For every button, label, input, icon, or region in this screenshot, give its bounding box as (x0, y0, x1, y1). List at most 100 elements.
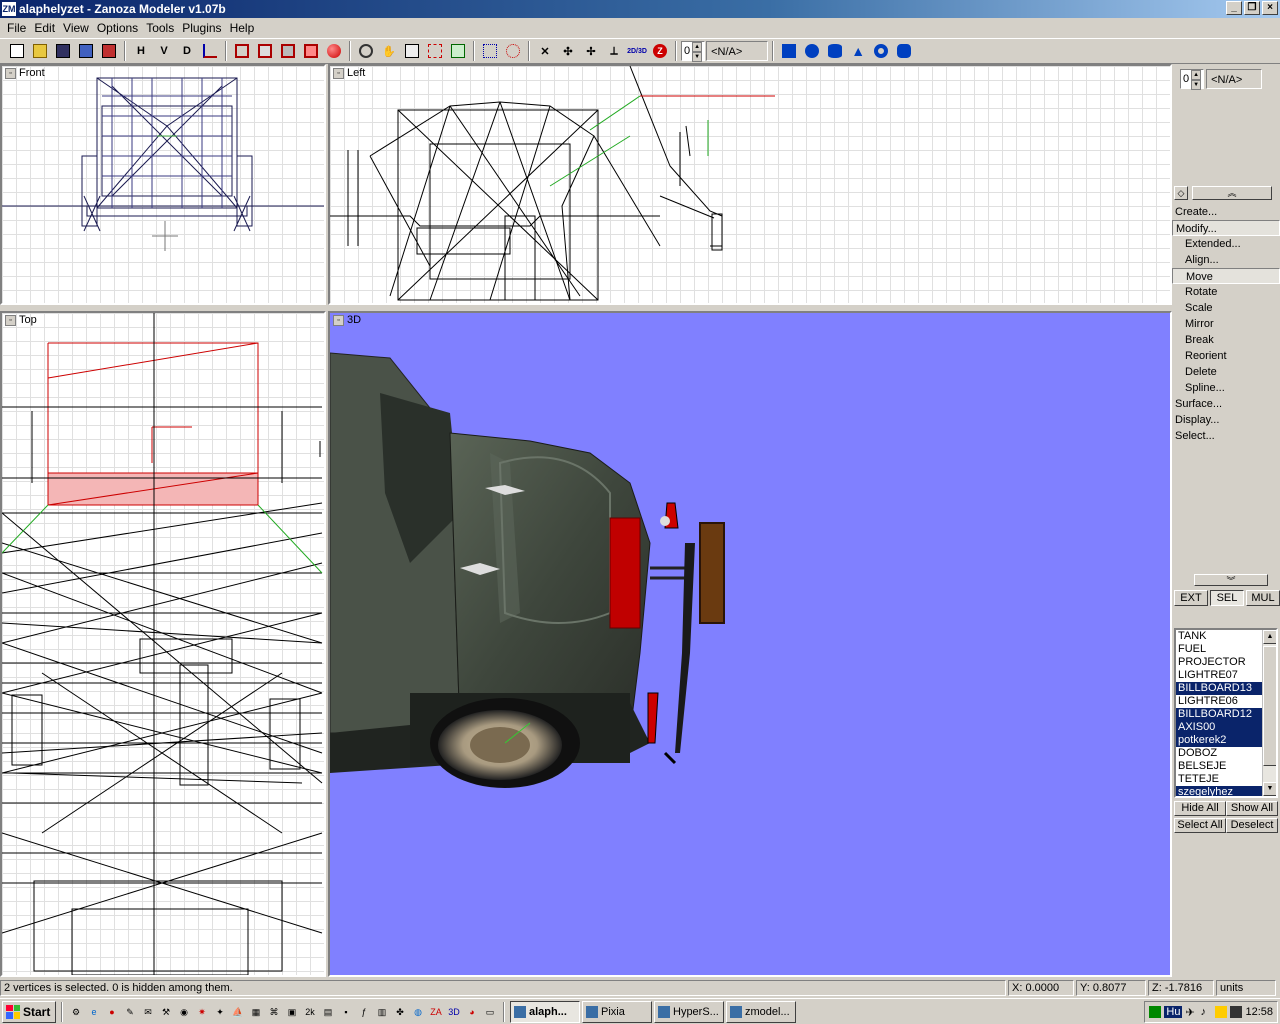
box-primitive-icon[interactable] (778, 40, 800, 62)
command-spline[interactable]: Spline... (1172, 380, 1280, 396)
scroll-thumb[interactable] (1263, 646, 1276, 766)
ql-settings-icon[interactable]: ⚙ (68, 1004, 84, 1020)
zoom-extents-icon[interactable] (401, 40, 423, 62)
save-icon[interactable] (52, 40, 74, 62)
menu-file[interactable]: File (3, 21, 30, 35)
ql-edit-icon[interactable]: ✎ (122, 1004, 138, 1020)
ql-desk-icon[interactable]: ▭ (482, 1004, 498, 1020)
zoom-region-icon[interactable] (424, 40, 446, 62)
menu-help[interactable]: Help (226, 21, 259, 35)
ql-boat-icon[interactable]: ⛵ (230, 1004, 246, 1020)
menu-options[interactable]: Options (93, 21, 142, 35)
command-select[interactable]: Select... (1172, 428, 1280, 444)
viewport-front[interactable]: ▫ Front (0, 64, 326, 305)
task-zmodel[interactable]: zmodel... (726, 1000, 796, 1023)
tray-app-icon[interactable] (1215, 1006, 1228, 1018)
transform-icon[interactable]: ⟂ (603, 40, 625, 62)
object-list-item[interactable]: BILLBOARD12 (1176, 708, 1262, 721)
horizontal-button[interactable]: H (130, 40, 152, 62)
menu-edit[interactable]: Edit (30, 21, 59, 35)
ql-3d-icon[interactable]: 3D (446, 1004, 462, 1020)
cube-flat-icon[interactable] (277, 40, 299, 62)
new-file-icon[interactable] (6, 40, 28, 62)
ql-disk-icon[interactable]: ▪ (338, 1004, 354, 1020)
special-primitive-icon[interactable] (893, 40, 915, 62)
hide-all-button[interactable]: Hide All (1174, 801, 1226, 816)
select-all-button[interactable]: Select All (1174, 818, 1226, 833)
scroll-down-icon[interactable]: ▼ (1263, 782, 1276, 796)
spin-up-icon[interactable]: ▲ (1191, 70, 1202, 80)
viewport-menu-icon[interactable]: ▫ (5, 67, 16, 79)
torus-primitive-icon[interactable] (870, 40, 892, 62)
open-folder-icon[interactable] (29, 40, 51, 62)
close-button[interactable]: × (1262, 1, 1278, 15)
depth-button[interactable]: D (176, 40, 198, 62)
panel-na-field[interactable]: <N/A> (1206, 69, 1263, 89)
ql-cd-icon[interactable]: ◉ (176, 1004, 192, 1020)
sphere-render-icon[interactable] (323, 40, 345, 62)
2d-3d-toggle[interactable]: 2D/3D (626, 40, 648, 62)
object-list-scrollbar[interactable]: ▲ ▼ (1262, 630, 1276, 796)
viewport-left[interactable]: ▫ Left (328, 64, 1172, 305)
ql-mail-icon[interactable]: ✉ (140, 1004, 156, 1020)
tray-disk-icon[interactable] (1230, 1006, 1243, 1018)
object-list-item[interactable]: LIGHTRE06 (1176, 695, 1262, 708)
show-all-button[interactable]: Show All (1226, 801, 1278, 816)
ql-2k-icon[interactable]: 2k (302, 1004, 318, 1020)
move-axes-icon[interactable]: ✕ (534, 40, 556, 62)
spin-down-icon[interactable]: ▼ (692, 52, 703, 62)
task-pixia[interactable]: Pixia (582, 1000, 652, 1023)
z-button[interactable]: Z (649, 40, 671, 62)
command-move[interactable]: Move (1172, 268, 1280, 284)
object-list-item[interactable]: AXIS00 (1176, 721, 1262, 734)
export-icon[interactable] (98, 40, 120, 62)
command-rotate[interactable]: Rotate (1172, 284, 1280, 300)
command-modify[interactable]: Modify... (1172, 220, 1280, 236)
scale-axes-icon[interactable]: ✢ (580, 40, 602, 62)
axis-icon[interactable] (199, 40, 221, 62)
restore-button[interactable]: ❐ (1244, 1, 1260, 15)
object-list-item[interactable]: FUEL (1176, 643, 1262, 656)
ql-notes-icon[interactable]: ▤ (320, 1004, 336, 1020)
ql-app-icon[interactable]: ● (104, 1004, 120, 1020)
cone-primitive-icon[interactable]: ▲ (847, 40, 869, 62)
ql-grid-icon[interactable]: ▦ (248, 1004, 264, 1020)
command-display[interactable]: Display... (1172, 412, 1280, 428)
ql-globe-icon[interactable]: ◍ (410, 1004, 426, 1020)
vertical-button[interactable]: V (153, 40, 175, 62)
zoom-icon[interactable] (355, 40, 377, 62)
object-list-item[interactable]: TETEJE (1176, 773, 1262, 786)
menu-view[interactable]: View (59, 21, 93, 35)
ql-pc-icon[interactable]: ▣ (284, 1004, 300, 1020)
command-mirror[interactable]: Mirror (1172, 316, 1280, 332)
ql-film-icon[interactable]: ▥ (374, 1004, 390, 1020)
cylinder-primitive-icon[interactable] (824, 40, 846, 62)
menu-tools[interactable]: Tools (142, 21, 178, 35)
viewport-menu-icon[interactable]: ▫ (5, 314, 16, 326)
viewport-top[interactable]: ▫ Top (0, 311, 326, 977)
object-list-item[interactable]: BELSEJE (1176, 760, 1262, 773)
object-list-item[interactable]: BILLBOARD13 (1176, 682, 1262, 695)
ql-red-icon[interactable]: ◕ (464, 1004, 480, 1020)
viewport-menu-icon[interactable]: ▫ (333, 314, 344, 326)
scroll-up-icon[interactable]: ▲ (1263, 630, 1276, 644)
object-list-item[interactable]: PROJECTOR (1176, 656, 1262, 669)
sphere-primitive-icon[interactable] (801, 40, 823, 62)
deselect-button[interactable]: Deselect (1226, 818, 1278, 833)
mode-mul-button[interactable]: MUL (1246, 590, 1280, 606)
command-reorient[interactable]: Reorient (1172, 348, 1280, 364)
tray-volume-icon[interactable]: ♪ (1200, 1006, 1212, 1018)
task-hypersnap[interactable]: HyperS... (654, 1000, 724, 1023)
command-extended[interactable]: Extended... (1172, 236, 1280, 252)
language-indicator[interactable]: Hu (1164, 1006, 1183, 1018)
menu-plugins[interactable]: Plugins (178, 21, 225, 35)
ql-pin-icon[interactable]: ✦ (212, 1004, 228, 1020)
cube-wire-icon[interactable] (231, 40, 253, 62)
spin-up-icon[interactable]: ▲ (692, 42, 703, 52)
rotate-axes-icon[interactable]: ✣ (557, 40, 579, 62)
object-list-item[interactable]: LIGHTRE07 (1176, 669, 1262, 682)
ql-net-icon[interactable]: ⌘ (266, 1004, 282, 1020)
object-list-item[interactable]: DOBOZ (1176, 747, 1262, 760)
task-zanoza[interactable]: alaph... (510, 1000, 580, 1023)
select-circle-icon[interactable] (502, 40, 524, 62)
